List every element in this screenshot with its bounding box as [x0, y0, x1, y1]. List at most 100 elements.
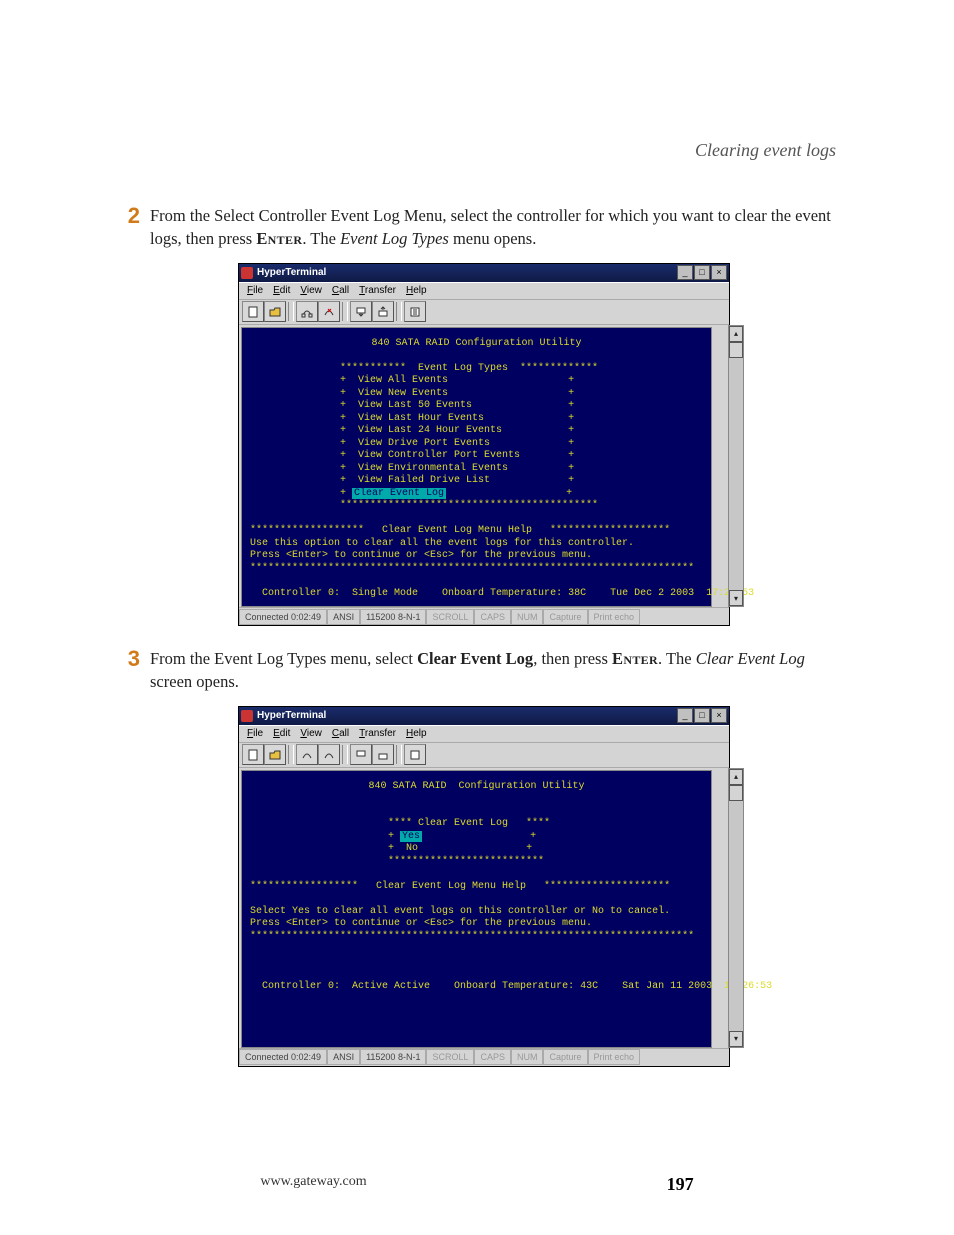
section-heading: Clearing event logs [118, 140, 836, 161]
maximize-button[interactable]: □ [694, 265, 710, 280]
list-item-selected[interactable]: + Clear Event Log + [250, 488, 703, 501]
toolbar-properties-icon[interactable] [404, 744, 426, 765]
status-caps: CAPS [474, 609, 511, 625]
terminal-status: Controller 0: Single Mode Onboard Temper… [250, 588, 703, 601]
list-item[interactable]: + No + [250, 843, 703, 856]
scrollbar[interactable]: ▴ ▾ [728, 768, 744, 1048]
menu-help[interactable]: Help [402, 285, 431, 296]
status-emulation: ANSI [327, 609, 360, 625]
menu-footer: ****************************************… [250, 500, 703, 513]
list-item[interactable]: + View Drive Port Events + [250, 438, 703, 451]
t: From the Event Log Types menu, select [150, 649, 417, 668]
t: , then press [533, 649, 612, 668]
step-number: 2 [118, 205, 140, 251]
list-item[interactable]: + View Last 50 Events + [250, 400, 703, 413]
window-title: HyperTerminal [257, 710, 326, 721]
toolbar-send-icon[interactable] [350, 301, 372, 322]
toolbar-receive-icon[interactable] [372, 744, 394, 765]
util-title: 840 SATA RAID Configuration Utility [250, 338, 703, 351]
scroll-thumb[interactable] [729, 342, 743, 358]
screen-name: Clear Event Log [696, 649, 805, 668]
terminal-output: 840 SATA RAID Configuration Utility ****… [241, 327, 712, 608]
step-2: 2 From the Select Controller Event Log M… [118, 205, 836, 251]
status-connected: Connected 0:02:49 [239, 1049, 327, 1065]
close-button[interactable]: × [711, 708, 727, 723]
terminal-output: 840 SATA RAID Configuration Utility ****… [241, 770, 712, 1048]
help-title: ****************** Clear Event Log Menu … [250, 881, 703, 894]
list-item[interactable]: + View New Events + [250, 388, 703, 401]
util-title: 840 SATA RAID Configuration Utility [250, 781, 703, 794]
menu-file[interactable]: File [243, 285, 267, 296]
menu-view[interactable]: View [296, 285, 326, 296]
menu-help[interactable]: Help [402, 728, 431, 739]
list-item-selected[interactable]: + Yes + [250, 831, 703, 844]
toolbar-disconnect-icon[interactable] [318, 744, 340, 765]
status-capture: Capture [543, 609, 587, 625]
page-number: 197 [667, 1174, 694, 1195]
minimize-button[interactable]: _ [677, 265, 693, 280]
step-text: From the Select Controller Event Log Men… [150, 205, 836, 251]
scroll-thumb[interactable] [729, 785, 743, 801]
help-text: Select Yes to clear all event logs on th… [250, 906, 703, 919]
toolbar [239, 743, 729, 768]
menu-bar: File Edit View Call Transfer Help [239, 725, 729, 743]
footer-url: www.gateway.com [260, 1174, 366, 1195]
menu-transfer[interactable]: Transfer [355, 285, 400, 296]
list-item[interactable]: + View Last 24 Hour Events + [250, 425, 703, 438]
menu-edit[interactable]: Edit [269, 728, 294, 739]
menu-call[interactable]: Call [328, 285, 353, 296]
status-echo: Print echo [588, 609, 641, 625]
scrollbar[interactable]: ▴ ▾ [728, 325, 744, 608]
list-item[interactable]: + View Last Hour Events + [250, 413, 703, 426]
list-item[interactable]: + View Environmental Events + [250, 463, 703, 476]
toolbar-open-icon[interactable] [264, 744, 286, 765]
page-footer: www.gateway.com 197 [0, 1174, 954, 1195]
t: menu opens. [449, 229, 537, 248]
toolbar-open-icon[interactable] [264, 301, 286, 322]
scroll-up-icon[interactable]: ▴ [729, 769, 743, 785]
status-port: 115200 8-N-1 [360, 609, 426, 625]
toolbar-receive-icon[interactable] [372, 301, 394, 322]
titlebar: HyperTerminal _ □ × [239, 707, 729, 725]
step-number: 3 [118, 648, 140, 694]
window-title: HyperTerminal [257, 267, 326, 278]
keycap: Enter [256, 229, 302, 248]
step-text: From the Event Log Types menu, select Cl… [150, 648, 836, 694]
menu-bar: File Edit View Call Transfer Help [239, 282, 729, 300]
maximize-button[interactable]: □ [694, 708, 710, 723]
list-item[interactable]: + View All Events + [250, 375, 703, 388]
menu-footer: ************************** [250, 856, 703, 869]
close-button[interactable]: × [711, 265, 727, 280]
toolbar-disconnect-icon[interactable] [318, 301, 340, 322]
scroll-down-icon[interactable]: ▾ [729, 1031, 743, 1047]
toolbar-new-icon[interactable] [242, 744, 264, 765]
titlebar: HyperTerminal _ □ × [239, 264, 729, 282]
status-caps: CAPS [474, 1049, 511, 1065]
status-bar: Connected 0:02:49 ANSI 115200 8-N-1 SCRO… [239, 1048, 729, 1066]
status-num: NUM [511, 1049, 544, 1065]
scroll-down-icon[interactable]: ▾ [729, 590, 743, 606]
menu-file[interactable]: File [243, 728, 267, 739]
toolbar-connect-icon[interactable] [296, 744, 318, 765]
list-item[interactable]: + View Controller Port Events + [250, 450, 703, 463]
toolbar-connect-icon[interactable] [296, 301, 318, 322]
ui-label: Clear Event Log [417, 649, 533, 668]
toolbar-send-icon[interactable] [350, 744, 372, 765]
minimize-button[interactable]: _ [677, 708, 693, 723]
menu-edit[interactable]: Edit [269, 285, 294, 296]
status-echo: Print echo [588, 1049, 641, 1065]
t: screen opens. [150, 672, 239, 691]
help-text: Use this option to clear all the event l… [250, 538, 703, 551]
menu-header: *********** Event Log Types ************… [250, 363, 703, 376]
terminal-status: Controller 0: Active Active Onboard Temp… [250, 981, 703, 994]
menu-call[interactable]: Call [328, 728, 353, 739]
scroll-up-icon[interactable]: ▴ [729, 326, 743, 342]
toolbar-properties-icon[interactable] [404, 301, 426, 322]
toolbar-new-icon[interactable] [242, 301, 264, 322]
menu-transfer[interactable]: Transfer [355, 728, 400, 739]
help-title: ******************* Clear Event Log Menu… [250, 525, 703, 538]
list-item[interactable]: + View Failed Drive List + [250, 475, 703, 488]
menu-name: Event Log Types [340, 229, 449, 248]
menu-view[interactable]: View [296, 728, 326, 739]
app-icon [241, 267, 253, 279]
